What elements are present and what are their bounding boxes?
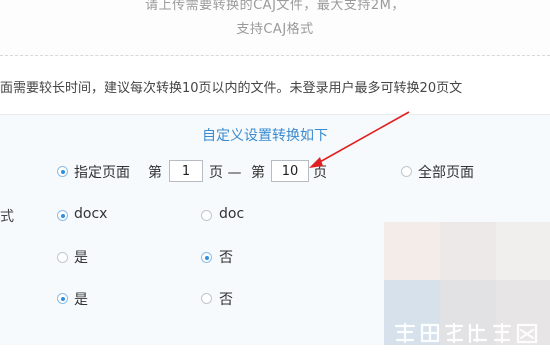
annotation-arrow-icon [309, 111, 410, 168]
bottom-strip [0, 345, 550, 360]
watermark-logo [394, 322, 538, 344]
